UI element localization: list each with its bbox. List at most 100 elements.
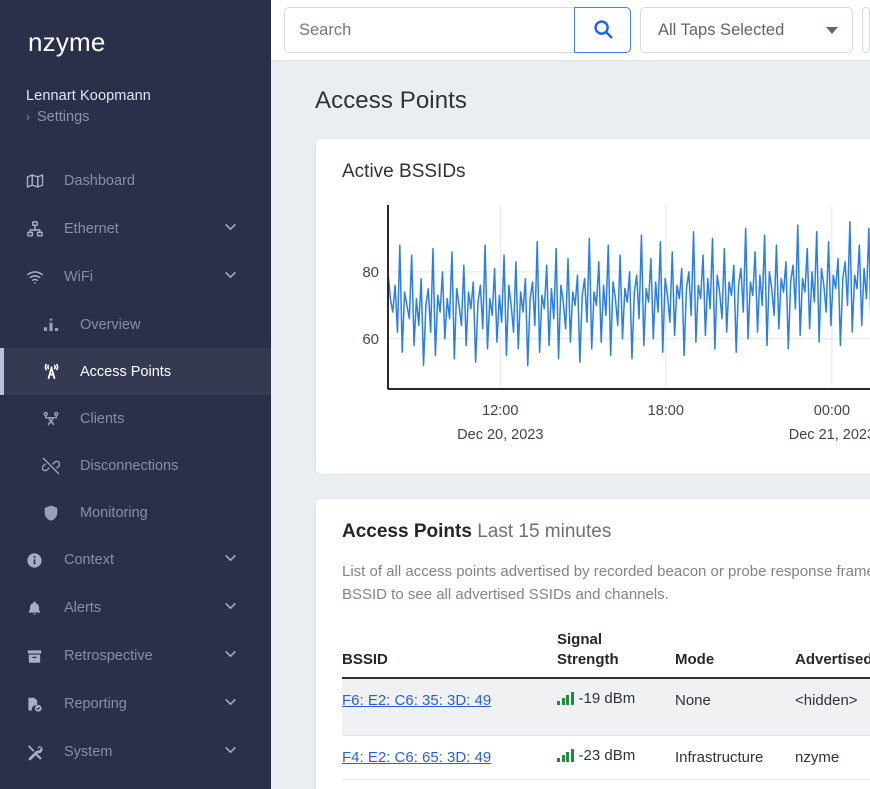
bar-chart-icon <box>42 316 68 334</box>
app-logo[interactable]: nzyme <box>0 0 271 58</box>
sidebar-item-overview[interactable]: Overview <box>0 301 271 348</box>
svg-text:60: 60 <box>362 331 379 348</box>
search-button[interactable] <box>574 7 631 53</box>
info-circle-icon <box>26 552 52 569</box>
chevron-down-icon[interactable] <box>223 220 238 239</box>
sidebar-item-label: Retrospective <box>64 648 153 664</box>
clients-icon <box>42 410 68 428</box>
signal-bars-icon <box>557 692 574 705</box>
table-card-title-main: Access Points <box>342 521 472 542</box>
svg-text:Dec 20, 2023: Dec 20, 2023 <box>457 427 543 443</box>
chevron-down-icon[interactable] <box>223 695 238 714</box>
report-icon <box>26 696 52 713</box>
sidebar-item-settings[interactable]: › Settings <box>26 109 271 125</box>
sidebar-item-label: Access Points <box>80 363 172 380</box>
cell-mode: None <box>675 678 795 736</box>
user-block: Lennart Koopmann › Settings <box>0 58 271 125</box>
bssid-link[interactable]: F6: E2: C6: 35: 3D: 49 <box>342 692 491 709</box>
table-header-signal-strength: Signal Strength <box>557 629 675 679</box>
svg-text:18:00: 18:00 <box>648 403 684 419</box>
sidebar-item-label: Disconnections <box>80 457 179 474</box>
table-header-advertised-ssids: Advertised SSIDs <box>795 629 870 679</box>
bssid-link[interactable]: F4: E2: C6: 65: 3D: 49 <box>342 749 491 766</box>
chevron-right-icon: › <box>26 110 30 124</box>
svg-text:Dec 21, 2023: Dec 21, 2023 <box>789 427 870 443</box>
sidebar-item-clients[interactable]: Clients <box>0 395 271 442</box>
sidebar-item-alerts[interactable]: Alerts <box>0 584 271 632</box>
table-head: BSSIDSignalStrengthModeAdvertised SSIDs <box>342 629 870 679</box>
chevron-down-icon[interactable] <box>223 268 238 287</box>
taps-select-label: All Taps Selected <box>658 20 785 39</box>
table-row[interactable]: F4: E2: C6: 65: 3D: 49 -23 dBm Infrastruct… <box>342 735 870 780</box>
bell-icon <box>26 600 52 617</box>
shield-icon <box>42 504 68 522</box>
map-icon <box>26 172 52 190</box>
sidebar: nzyme Lennart Koopmann › Settings Dashbo… <box>0 0 271 789</box>
table-card-title-suffix: Last 15 minutes <box>477 521 612 542</box>
sidebar-item-label: System <box>64 744 113 760</box>
chevron-down-icon[interactable] <box>223 647 238 666</box>
unlink-icon <box>42 457 68 475</box>
table-body: F6: E2: C6: 35: 3D: 49 -19 dBm None <hidden… <box>342 678 870 780</box>
wifi-icon <box>26 268 52 286</box>
toolbar-extra-control[interactable] <box>862 7 870 53</box>
table-header-mode: Mode <box>675 629 795 679</box>
sidebar-item-label: Ethernet <box>64 221 119 237</box>
sidebar-item-label: Clients <box>80 410 125 427</box>
sitemap-icon <box>26 220 52 238</box>
chevron-down-icon <box>826 26 838 34</box>
chevron-down-icon[interactable] <box>223 551 238 570</box>
archive-icon <box>26 648 52 665</box>
table-header-row: BSSIDSignalStrengthModeAdvertised SSIDs <box>342 629 870 679</box>
sidebar-item-disconnections[interactable]: Disconnections <box>0 442 271 489</box>
svg-text:80: 80 <box>362 264 379 281</box>
taps-select[interactable]: All Taps Selected <box>640 7 853 53</box>
search-input[interactable] <box>284 7 574 53</box>
tools-icon <box>26 744 52 761</box>
signal-value: -19 dBm <box>578 690 636 707</box>
sidebar-item-label: Alerts <box>64 600 102 616</box>
table-row[interactable]: F6: E2: C6: 35: 3D: 49 -19 dBm None <hidden… <box>342 678 870 736</box>
active-bssids-card: Active BSSIDs 60 80 12:00 Dec 20, 2023 18:00… <box>315 138 870 475</box>
sidebar-item-system[interactable]: System <box>0 728 271 776</box>
top-bar: All Taps Selected <box>271 0 870 61</box>
cell-bssid: F4: E2: C6: 65: 3D: 49 <box>342 735 557 780</box>
sidebar-item-access-points[interactable]: Access Points <box>0 348 271 395</box>
broadcast-tower-icon <box>42 362 68 381</box>
access-points-card: Access Points Last 15 minutes List of al… <box>315 498 870 789</box>
sidebar-item-label: Context <box>64 552 114 568</box>
page-title: Access Points <box>315 87 468 114</box>
table-header-bssid: BSSID <box>342 629 557 679</box>
cell-advertised-ssids: <hidden> <box>795 678 870 736</box>
search-group <box>284 7 631 53</box>
app-root: nzyme Lennart Koopmann › Settings Dashbo… <box>0 0 870 789</box>
settings-label: Settings <box>37 109 90 125</box>
cell-signal-strength: -19 dBm <box>557 678 675 736</box>
sidebar-item-reporting[interactable]: Reporting <box>0 680 271 728</box>
chevron-down-icon[interactable] <box>223 599 238 618</box>
sidebar-item-label: Dashboard <box>64 173 135 189</box>
chevron-down-icon[interactable] <box>223 743 238 762</box>
cell-signal-strength: -23 dBm <box>557 735 675 780</box>
svg-text:12:00: 12:00 <box>482 403 518 419</box>
chart-card-title: Active BSSIDs <box>342 161 466 182</box>
table-card-description: List of all access points advertised by … <box>342 563 870 604</box>
sidebar-item-monitoring[interactable]: Monitoring <box>0 489 271 536</box>
main-area: All Taps Selected Access Points Active B… <box>271 0 870 789</box>
cell-mode: Infrastructure <box>675 735 795 780</box>
sidebar-item-retrospective[interactable]: Retrospective <box>0 632 271 680</box>
sidebar-item-context[interactable]: Context <box>0 536 271 584</box>
sidebar-item-wifi[interactable]: WiFi <box>0 253 271 301</box>
chart-svg: 60 80 12:00 Dec 20, 2023 18:00 00:00 Dec 21, 2… <box>362 205 870 443</box>
sidebar-item-ethernet[interactable]: Ethernet <box>0 205 271 253</box>
page-content: Access Points Active BSSIDs 60 80 12:00 Dec… <box>271 61 870 789</box>
signal-value: -23 dBm <box>578 746 636 764</box>
sidebar-item-dashboard[interactable]: Dashboard <box>0 157 271 205</box>
user-name: Lennart Koopmann <box>26 88 151 104</box>
sidebar-nav: Dashboard Ethernet WiFi Overview Access Poin… <box>0 157 271 776</box>
cell-advertised-ssids: nzyme <box>795 735 870 780</box>
sidebar-item-label: Overview <box>80 316 141 333</box>
active-bssids-chart[interactable]: 60 80 12:00 Dec 20, 2023 18:00 00:00 Dec 21, 2… <box>342 197 870 450</box>
access-points-table: BSSIDSignalStrengthModeAdvertised SSIDs … <box>342 629 870 780</box>
search-icon <box>592 18 614 43</box>
